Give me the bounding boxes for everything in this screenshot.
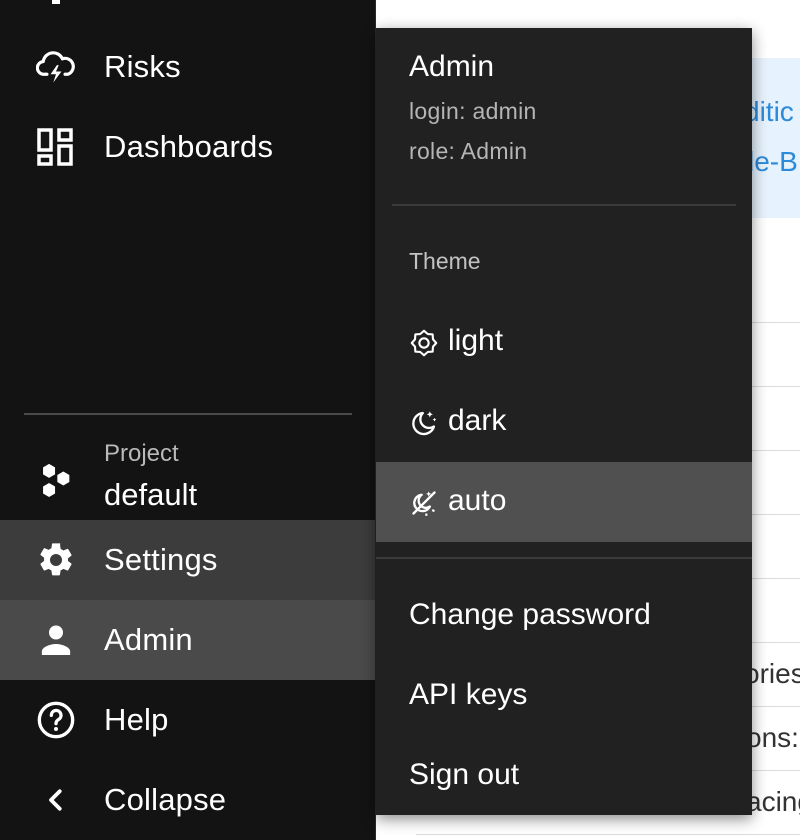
sidebar-item-label: Help <box>104 702 169 737</box>
theme-option-dark[interactable]: dark <box>376 382 752 462</box>
theme-option-label: light <box>448 324 504 357</box>
project-name[interactable]: default <box>104 477 197 513</box>
menu-divider <box>376 557 752 559</box>
sidebar-item-label: Settings <box>104 542 218 577</box>
table-cell-text: ons:e <box>746 722 800 753</box>
table-cell-text: ories <box>744 658 800 689</box>
theme-option-light[interactable]: light <box>376 302 752 382</box>
moon-stars-icon <box>409 408 439 438</box>
sidebar: Risks Dashboards Project default Setting… <box>0 0 376 840</box>
sidebar-item-dashboards[interactable]: Dashboards <box>0 107 375 187</box>
dashboard-icon <box>36 127 76 167</box>
menu-item-label: Sign out <box>409 758 520 791</box>
sidebar-item-admin[interactable]: Admin <box>0 600 375 680</box>
table-cell-text: acing <box>746 786 800 817</box>
theme-option-label: auto <box>448 484 507 517</box>
change-password-item[interactable]: Change password <box>376 576 752 656</box>
person-icon <box>36 620 76 660</box>
sidebar-item-collapse[interactable]: Collapse <box>0 760 375 840</box>
banner-link-text[interactable]: le-B <box>748 146 798 178</box>
sidebar-item-help[interactable]: Help <box>0 680 375 760</box>
user-name: Admin <box>409 50 495 83</box>
help-circle-icon <box>36 700 76 740</box>
gear-icon <box>36 540 76 580</box>
sidebar-item-label: Collapse <box>104 782 227 817</box>
api-keys-item[interactable]: API keys <box>376 656 752 736</box>
user-role: role: Admin <box>409 138 528 164</box>
theme-section-label: Theme <box>409 248 481 274</box>
sidebar-item-settings[interactable]: Settings <box>0 520 375 600</box>
sidebar-divider <box>24 413 352 415</box>
auto-theme-icon <box>409 488 439 518</box>
brightness-icon <box>409 328 439 358</box>
sign-out-item[interactable]: Sign out <box>376 736 752 816</box>
sidebar-item-label: Dashboards <box>104 129 274 164</box>
sidebar-item-label: Admin <box>104 622 193 657</box>
partial-nav-icon <box>52 0 60 4</box>
theme-option-label: dark <box>448 404 507 437</box>
user-menu: Admin login: admin role: Admin Theme lig… <box>376 28 752 815</box>
menu-divider <box>392 204 736 206</box>
hexagons-icon <box>36 460 76 500</box>
chevron-left-icon <box>36 780 76 820</box>
project-caption: Project <box>104 440 179 467</box>
user-login: login: admin <box>409 98 537 124</box>
menu-item-label: Change password <box>409 598 651 631</box>
menu-item-label: API keys <box>409 678 528 711</box>
table-row-divider <box>416 834 800 835</box>
sidebar-item-risks[interactable]: Risks <box>0 27 375 107</box>
sidebar-item-label: Risks <box>104 49 181 84</box>
cloud-lightning-icon <box>36 47 76 87</box>
theme-option-auto[interactable]: auto <box>376 462 752 542</box>
